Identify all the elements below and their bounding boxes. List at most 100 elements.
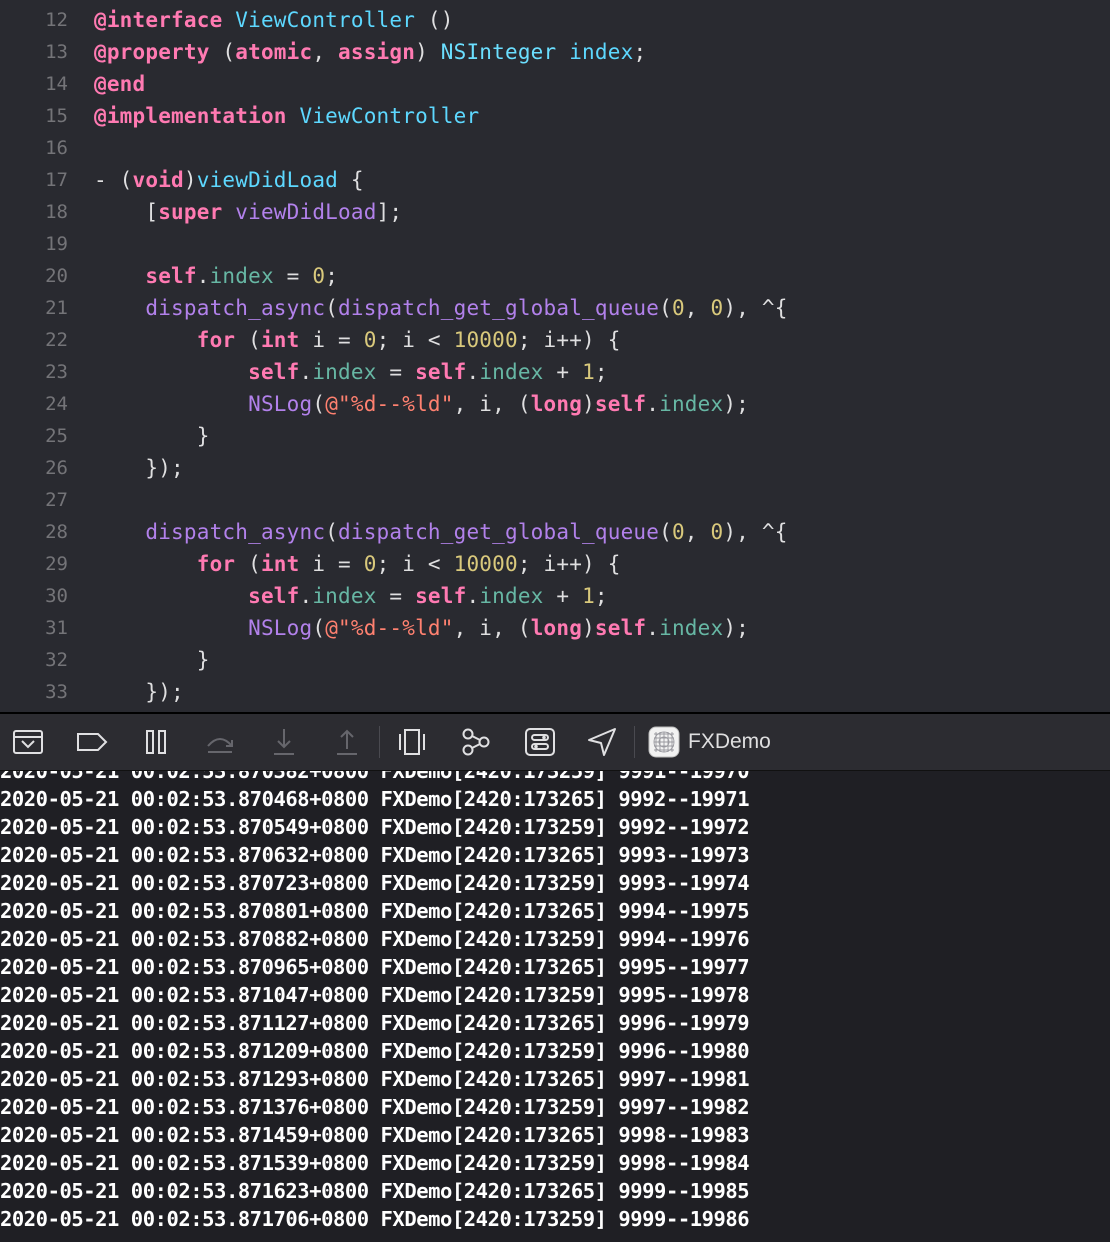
line-number: 26 (45, 457, 68, 479)
step-over-icon (204, 726, 236, 758)
code-token: 0 (363, 328, 377, 352)
code-line[interactable]: 21 dispatch_async(dispatch_get_global_qu… (0, 292, 1110, 324)
code-token: ); (723, 392, 750, 416)
line-number: 13 (45, 41, 68, 63)
process-selector[interactable]: FXDemo (648, 726, 771, 758)
code-line[interactable]: 32 } (0, 644, 1110, 676)
code-token: @"%d--%ld" (325, 616, 454, 640)
code-line[interactable]: 14 @end (0, 68, 1110, 100)
code-text: NSLog(@"%d--%ld", i, (long)self.index); (94, 388, 749, 420)
code-line[interactable]: 15 @implementation ViewController (0, 100, 1110, 132)
code-line[interactable]: 19 (0, 228, 1110, 260)
code-token: , i, ( (453, 616, 531, 640)
code-token: 10000 (453, 328, 518, 352)
code-line[interactable]: 28 dispatch_async(dispatch_get_global_qu… (0, 516, 1110, 548)
code-token: long (530, 392, 583, 416)
code-token: index (209, 264, 274, 288)
code-token: ; i++) { (517, 328, 621, 352)
code-token: ); (723, 616, 750, 640)
code-token: NSLog (248, 616, 313, 640)
code-token: ) (415, 40, 441, 64)
code-token: self (415, 584, 467, 608)
code-line[interactable]: 16 (0, 132, 1110, 164)
code-text: @end (94, 68, 145, 100)
code-token: 0 (312, 264, 326, 288)
code-token: dispatch_async (145, 520, 326, 544)
code-token: viewDidLoad (196, 168, 339, 192)
line-number: 31 (45, 617, 68, 639)
line-number: 25 (45, 425, 68, 447)
line-number: 16 (45, 137, 68, 159)
line-number: 20 (45, 265, 68, 287)
view-hierarchy-icon[interactable] (396, 726, 428, 758)
code-text: self.index = self.index + 1; (94, 356, 608, 388)
code-token: ; i < (376, 552, 454, 576)
code-token: - ( (94, 168, 133, 192)
hide-debug-area-icon[interactable] (12, 726, 44, 758)
code-token: 0 (710, 296, 724, 320)
console-output[interactable]: 2020-05-21 00:02:53.870382+0800 FXDemo[2… (0, 771, 1110, 1242)
code-line[interactable]: 23 self.index = self.index + 1; (0, 356, 1110, 388)
code-text: @interface ViewController () (94, 4, 454, 36)
code-line[interactable]: 17 - (void)viewDidLoad { (0, 164, 1110, 196)
line-number: 28 (45, 521, 68, 543)
code-token: dispatch_get_global_queue (338, 520, 660, 544)
code-token: . (299, 584, 313, 608)
code-line[interactable]: 27 (0, 484, 1110, 516)
console-log-line: 2020-05-21 00:02:53.871539+0800 FXDemo[2… (0, 1151, 750, 1175)
code-token: , (312, 40, 339, 64)
console-log-line: 2020-05-21 00:02:53.871706+0800 FXDemo[2… (0, 1207, 750, 1231)
code-token: , i, ( (453, 392, 531, 416)
line-number: 15 (45, 105, 68, 127)
code-line[interactable]: 20 self.index = 0; (0, 260, 1110, 292)
environment-overrides-icon[interactable] (524, 726, 556, 758)
code-token: ; (633, 40, 647, 64)
code-token: . (466, 360, 480, 384)
code-line[interactable]: 26 }); (0, 452, 1110, 484)
code-line[interactable]: 33 }); (0, 676, 1110, 708)
memory-graph-icon[interactable] (460, 726, 492, 758)
toolbar-separator (379, 726, 380, 758)
pause-continue-icon[interactable] (140, 726, 172, 758)
code-line[interactable]: 30 self.index = self.index + 1; (0, 580, 1110, 612)
code-token: i = (299, 552, 364, 576)
code-token: + (543, 360, 583, 384)
breakpoints-toggle-icon[interactable] (76, 726, 108, 758)
code-token: ( (235, 328, 261, 352)
code-line[interactable]: 22 for (int i = 0; i < 10000; i++) { (0, 324, 1110, 356)
code-token: }); (94, 680, 184, 704)
line-number: 30 (45, 585, 68, 607)
code-line[interactable]: 29 for (int i = 0; i < 10000; i++) { (0, 548, 1110, 580)
code-token: ( (325, 520, 339, 544)
code-line[interactable]: 13 @property (atomic, assign) NSInteger i… (0, 36, 1110, 68)
code-token: ]; (376, 200, 403, 224)
code-token: @end (94, 72, 146, 96)
code-text: [super viewDidLoad]; (94, 196, 402, 228)
code-token: for (196, 552, 236, 576)
code-line[interactable]: 25 } (0, 420, 1110, 452)
code-line[interactable]: 24 NSLog(@"%d--%ld", i, (long)self.index… (0, 388, 1110, 420)
code-token: ) (582, 616, 595, 640)
source-editor[interactable]: 12 @interface ViewController () 13 @propert… (0, 0, 1110, 712)
code-line[interactable]: 12 @interface ViewController () (0, 4, 1110, 36)
code-text: self.index = self.index + 1; (94, 580, 608, 612)
code-token: ( (235, 552, 261, 576)
console-log-line: 2020-05-21 00:02:53.871047+0800 FXDemo[2… (0, 983, 750, 1007)
console-log-line: 2020-05-21 00:02:53.871623+0800 FXDemo[2… (0, 1179, 750, 1203)
code-token: () (415, 8, 454, 32)
code-token: NSInteger (440, 40, 557, 64)
code-token: @interface (94, 8, 223, 32)
console-log-line: 2020-05-21 00:02:53.870468+0800 FXDemo[2… (0, 787, 750, 811)
code-line[interactable]: 18 [super viewDidLoad]; (0, 196, 1110, 228)
code-token: ( (209, 40, 236, 64)
code-token: dispatch_get_global_queue (338, 296, 660, 320)
simulate-location-icon[interactable] (586, 726, 618, 758)
code-line[interactable]: 31 NSLog(@"%d--%ld", i, (long)self.index… (0, 612, 1110, 644)
